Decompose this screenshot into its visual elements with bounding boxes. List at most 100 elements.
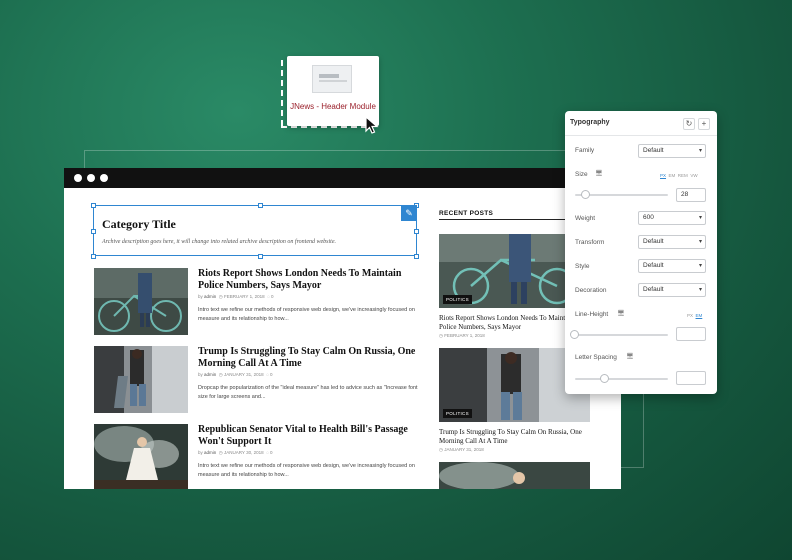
- transform-select[interactable]: Default ▾: [638, 235, 706, 249]
- family-select[interactable]: Default ▾: [638, 144, 706, 158]
- monitor-icon[interactable]: 🖥: [617, 310, 625, 317]
- unit-rem[interactable]: REM: [678, 173, 688, 178]
- size-units[interactable]: PX EM REM VW: [660, 173, 698, 178]
- post-date: JANUARY 31, 2018: [223, 372, 264, 377]
- recent-post-thumbnail[interactable]: [439, 462, 590, 489]
- browser-titlebar: [64, 168, 621, 188]
- transform-value: Default: [643, 238, 664, 245]
- weight-value: 600: [643, 214, 654, 221]
- post-meta: by admin ◷ FEBRUARY 1, 2018 ◌ 0: [198, 294, 274, 299]
- post-title[interactable]: Riots Report Shows London Needs To Maint…: [198, 268, 420, 292]
- resize-handle[interactable]: [91, 229, 96, 234]
- line-height-units[interactable]: PX EM: [687, 313, 702, 318]
- weight-label: Weight: [575, 215, 596, 222]
- decoration-label: Decoration: [575, 287, 607, 294]
- recent-post-date: ◷ JANUARY 31, 2018: [439, 447, 484, 452]
- panel-header: Typography ↻ +: [565, 111, 717, 136]
- add-icon[interactable]: +: [698, 118, 710, 130]
- chevron-down-icon: ▾: [698, 215, 702, 221]
- size-input[interactable]: 28: [676, 188, 706, 202]
- drag-guide-horizontal: [281, 126, 367, 128]
- resize-handle[interactable]: [258, 254, 263, 259]
- category-description: Archive description goes here, it will c…: [102, 239, 337, 245]
- monitor-icon[interactable]: 🖥: [595, 170, 603, 177]
- post-title[interactable]: Trump Is Struggling To Stay Calm On Russ…: [198, 346, 420, 370]
- post-item[interactable]: Republican Senator Vital to Health Bill'…: [94, 424, 419, 489]
- category-badge[interactable]: POLITICS: [443, 409, 472, 418]
- line-height-slider-track[interactable]: [575, 334, 668, 336]
- unit-px[interactable]: PX: [660, 173, 666, 178]
- typography-panel: Typography ↻ + Family Default ▾ Size 🖥 PX…: [565, 111, 717, 394]
- window-dot-icon[interactable]: [87, 174, 95, 182]
- post-date: JANUARY 30, 2018: [223, 450, 264, 455]
- reset-icon[interactable]: ↻: [683, 118, 695, 130]
- post-author[interactable]: admin: [204, 450, 216, 455]
- post-meta: by admin ◷ JANUARY 30, 2018 ◌ 0: [198, 450, 273, 455]
- family-value: Default: [643, 147, 664, 154]
- panel-title: Typography: [570, 119, 610, 126]
- unit-em[interactable]: EM: [669, 173, 676, 178]
- post-item[interactable]: Trump Is Struggling To Stay Calm On Russ…: [94, 346, 419, 414]
- resize-handle[interactable]: [91, 203, 96, 208]
- window-dot-icon[interactable]: [74, 174, 82, 182]
- line-height-input[interactable]: [676, 327, 706, 341]
- browser-window: Category Title Archive description goes …: [64, 168, 621, 489]
- style-select[interactable]: Default ▾: [638, 259, 706, 273]
- edit-pencil-icon[interactable]: ✎: [401, 205, 417, 221]
- post-author[interactable]: admin: [204, 372, 216, 377]
- post-excerpt: Intro text we refine our methods of resp…: [198, 307, 415, 322]
- line-height-label: Line-Height: [575, 311, 609, 318]
- post-thumbnail[interactable]: [94, 268, 188, 335]
- letter-spacing-label: Letter Spacing: [575, 354, 617, 361]
- chevron-down-icon: ▾: [698, 239, 702, 245]
- module-thumbnail-icon: [312, 65, 352, 93]
- recent-post-date-text: JANUARY 31, 2018: [444, 447, 484, 452]
- drag-guide-vertical: [281, 60, 283, 126]
- recent-post-date: ◷ FEBRUARY 1, 2018: [439, 333, 485, 338]
- monitor-icon[interactable]: 🖥: [626, 353, 634, 360]
- resize-handle[interactable]: [414, 254, 419, 259]
- comment-count: 0: [270, 450, 273, 455]
- unit-px[interactable]: PX: [687, 313, 693, 318]
- post-thumbnail[interactable]: [94, 424, 188, 489]
- unit-vw[interactable]: VW: [690, 173, 697, 178]
- recent-post-date-text: FEBRUARY 1, 2018: [444, 333, 485, 338]
- post-author[interactable]: admin: [204, 294, 216, 299]
- recent-posts-heading: RECENT POSTS: [439, 210, 494, 217]
- category-header-block[interactable]: Category Title Archive description goes …: [93, 205, 417, 256]
- style-label: Style: [575, 263, 590, 270]
- post-item[interactable]: Riots Report Shows London Needs To Maint…: [94, 268, 419, 336]
- category-badge[interactable]: POLITICS: [443, 295, 472, 304]
- post-thumbnail[interactable]: [94, 346, 188, 413]
- chevron-down-icon: ▾: [698, 287, 702, 293]
- letter-spacing-input[interactable]: [676, 371, 706, 385]
- post-date: FEBRUARY 1, 2018: [223, 294, 265, 299]
- decoration-value: Default: [643, 286, 664, 293]
- module-label: JNews - Header Module: [290, 102, 376, 111]
- letter-spacing-slider-thumb[interactable]: [599, 374, 609, 383]
- unit-em[interactable]: EM: [696, 313, 703, 318]
- size-slider-thumb[interactable]: [581, 190, 591, 199]
- post-meta: by admin ◷ JANUARY 31, 2018 ◌ 0: [198, 372, 273, 377]
- recent-post-title[interactable]: Trump Is Struggling To Stay Calm On Russ…: [439, 428, 591, 446]
- line-height-slider-thumb[interactable]: [570, 330, 579, 339]
- post-excerpt: Intro text we refine our methods of resp…: [198, 463, 415, 478]
- letter-spacing-slider-track[interactable]: [575, 378, 668, 380]
- comment-count: 0: [271, 294, 274, 299]
- category-title: Category Title: [102, 217, 176, 231]
- comment-count: 0: [270, 372, 273, 377]
- resize-handle[interactable]: [258, 203, 263, 208]
- size-label: Size: [575, 171, 588, 178]
- transform-label: Transform: [575, 239, 605, 246]
- byline-prefix: by: [198, 372, 203, 377]
- resize-handle[interactable]: [414, 229, 419, 234]
- cursor-arrow-icon: [365, 116, 379, 134]
- resize-handle[interactable]: [91, 254, 96, 259]
- post-excerpt: Dropcap the popularization of the "ideal…: [198, 385, 418, 400]
- weight-select[interactable]: 600 ▾: [638, 211, 706, 225]
- post-title[interactable]: Republican Senator Vital to Health Bill'…: [198, 424, 420, 448]
- decoration-select[interactable]: Default ▾: [638, 283, 706, 297]
- window-dot-icon[interactable]: [100, 174, 108, 182]
- chevron-down-icon: ▾: [698, 148, 702, 154]
- family-label: Family: [575, 147, 595, 154]
